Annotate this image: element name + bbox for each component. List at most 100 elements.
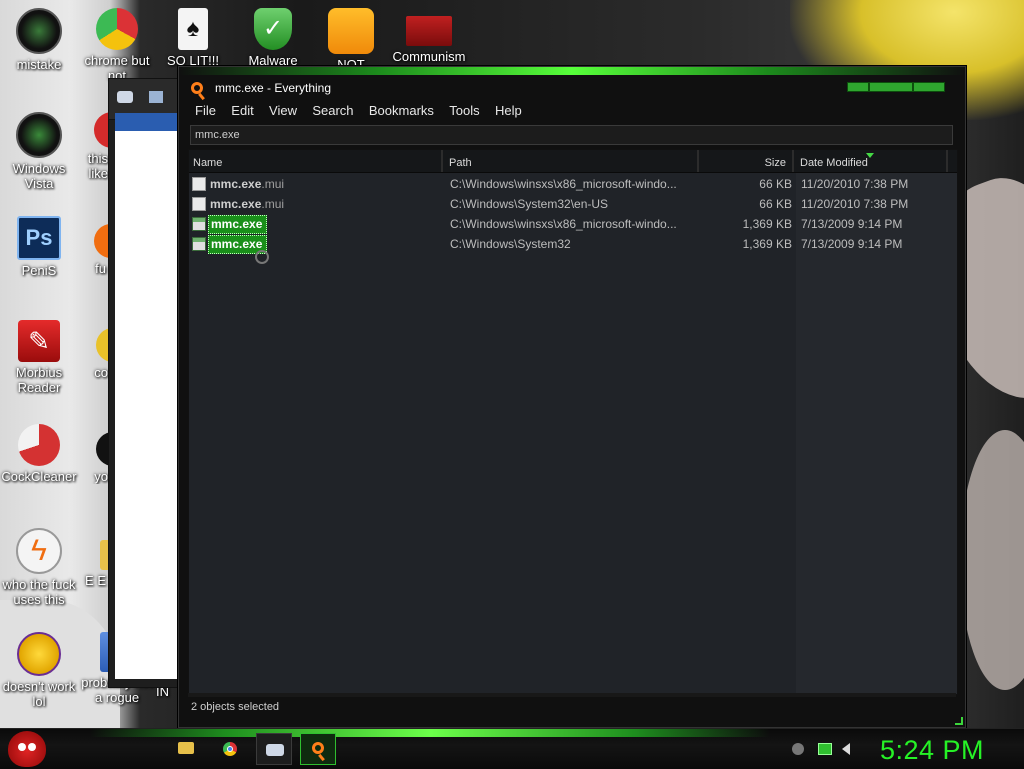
menu-search[interactable]: Search <box>306 101 359 120</box>
taskbar-chrome-button[interactable] <box>212 733 248 765</box>
file-date: 7/13/2009 9:14 PM <box>801 217 903 231</box>
file-path: C:\Windows\System32\en-US <box>450 197 609 211</box>
document-icon <box>192 177 206 191</box>
search-icon <box>191 82 203 94</box>
file-name-match: mmc.exe <box>210 197 262 211</box>
menu-view[interactable]: View <box>263 101 303 120</box>
file-name: mmc.exe.mui <box>210 177 284 191</box>
menu-edit[interactable]: Edit <box>225 101 259 120</box>
everything-window[interactable]: mmc.exe - Everything File Edit View Sear… <box>178 66 966 728</box>
window-title: mmc.exe - Everything <box>215 81 332 95</box>
desktop-icon-label: doesn't work lol <box>2 679 76 709</box>
desktop-icon-label: yo <box>94 469 108 484</box>
file-name-match: mmc.exe <box>210 177 262 191</box>
minimize-button[interactable] <box>847 82 869 92</box>
desktop-icon-cockcleaner[interactable]: CockCleaner <box>0 424 78 484</box>
file-name-match: mmc.exe <box>211 237 263 251</box>
file-path: C:\Windows\winsxs\x86_microsoft-windo... <box>450 217 677 231</box>
status-bar: 2 objects selected <box>188 697 956 717</box>
desktop-icon-so-lit[interactable]: ♠ SO LIT!!! <box>154 8 232 68</box>
desktop-icon-doesnt-work[interactable]: doesn't work lol <box>0 632 78 709</box>
window-titlebar[interactable]: mmc.exe - Everything <box>179 75 965 101</box>
desktop-icon-not[interactable]: NOT <box>312 8 390 72</box>
results-list[interactable]: Name Path Size Date Modified mmc.exe.mui… <box>188 149 958 695</box>
desktop-icon-label: fu <box>95 261 106 276</box>
window-top-glow <box>179 67 965 75</box>
desktop-icon-label: PeniS <box>21 263 57 278</box>
desktop-icon-yo[interactable]: yo <box>70 432 110 484</box>
close-button[interactable] <box>913 82 945 92</box>
taskbar-explorer-button[interactable] <box>168 733 204 765</box>
file-size: 66 KB <box>759 177 792 191</box>
green-circle-icon <box>16 8 62 54</box>
column-path[interactable]: Path <box>445 150 699 172</box>
lightning-icon: ϟ <box>16 528 62 574</box>
volume-icon[interactable] <box>842 743 850 755</box>
file-name: mmc.exe.mui <box>210 197 284 211</box>
desktop-icon-windows-vista[interactable]: Windows Vista <box>0 112 78 191</box>
executable-icon <box>192 217 206 231</box>
desktop-icon-co[interactable]: co <box>70 328 110 380</box>
table-row-selected[interactable]: mmc.exe C:\Windows\winsxs\x86_microsoft-… <box>189 214 957 234</box>
camera-icon <box>117 91 133 103</box>
desktop-icon-chrome[interactable]: chrome but not <box>78 8 156 83</box>
menu-bar: File Edit View Search Bookmarks Tools He… <box>189 101 955 123</box>
column-date-label: Date Modified <box>800 157 868 169</box>
menu-file[interactable]: File <box>189 101 222 120</box>
table-row-selected[interactable]: mmc.exe C:\Windows\System32 1,369 KB 7/1… <box>189 234 957 254</box>
desktop-icon-penis[interactable]: Ps PeniS <box>0 216 78 278</box>
shield-check-icon: ✓ <box>254 8 292 50</box>
column-size[interactable]: Size <box>701 150 794 172</box>
desktop-icon-who-the-fuck[interactable]: ϟ who the fuck uses this <box>0 528 78 607</box>
table-row[interactable]: mmc.exe.mui C:\Windows\System32\en-US 66… <box>189 194 957 214</box>
file-name-ext: .mui <box>261 197 285 211</box>
file-path: C:\Windows\winsxs\x86_microsoft-windo... <box>450 177 677 191</box>
desktop-icon-this-like[interactable]: this like <box>70 112 110 181</box>
search-input[interactable] <box>190 125 953 145</box>
desktop-icon-label: who the fuck uses this <box>2 577 76 607</box>
desktop-icon-label: co <box>94 365 108 380</box>
maximize-button[interactable] <box>869 82 913 92</box>
sort-descending-icon <box>866 153 874 158</box>
column-name[interactable]: Name <box>189 150 443 172</box>
desktop-icon-label: mistake <box>16 57 62 72</box>
menu-help[interactable]: Help <box>489 101 528 120</box>
file-path: C:\Windows\System32 <box>450 237 571 251</box>
background-window-view-button[interactable] <box>115 113 185 131</box>
search-icon <box>312 742 324 754</box>
menu-bookmarks[interactable]: Bookmarks <box>363 101 440 120</box>
desktop-icon-label: E E <box>85 573 106 588</box>
tray-arrow-icon[interactable] <box>792 743 804 755</box>
desktop-icon-mistake[interactable]: mistake <box>0 8 78 72</box>
yahoo-messenger-icon <box>17 632 61 676</box>
file-size: 1,369 KB <box>742 217 792 231</box>
file-date: 7/13/2009 9:14 PM <box>801 237 903 251</box>
ccleaner-icon <box>18 424 60 466</box>
table-row[interactable]: mmc.exe.mui C:\Windows\winsxs\x86_micros… <box>189 174 957 194</box>
desktop-icon-morbius-reader[interactable]: ✎ Morbius Reader <box>0 320 78 395</box>
document-icon <box>192 197 206 211</box>
chrome-icon <box>223 742 237 756</box>
background-window-pane <box>115 113 185 679</box>
status-text: 2 objects selected <box>191 701 280 713</box>
network-icon[interactable] <box>818 743 832 755</box>
desktop-icon-e[interactable]: E E <box>70 540 110 588</box>
playing-card-icon: ♠ <box>178 8 208 50</box>
desktop-icon-communism[interactable]: Communism <box>390 8 468 64</box>
start-button[interactable] <box>8 731 46 767</box>
desktop-icon-label: CockCleaner <box>1 469 77 484</box>
executable-icon <box>192 237 206 251</box>
desktop-icon-malware[interactable]: ✓ Malware <box>234 8 312 68</box>
wallpaper-shape <box>960 430 1024 690</box>
desktop-icon-label: Windows Vista <box>12 161 66 191</box>
column-date-modified[interactable]: Date Modified <box>796 150 948 172</box>
taskbar-clock[interactable]: 5:24 PM <box>880 735 984 766</box>
menu-tools[interactable]: Tools <box>443 101 485 120</box>
taskbar-camera-button[interactable] <box>256 733 292 765</box>
file-size: 1,369 KB <box>742 237 792 251</box>
taskbar: 5:24 PM <box>0 728 1024 769</box>
desktop-icon-label: this like <box>87 151 108 181</box>
resize-grip-icon[interactable] <box>955 717 963 725</box>
taskbar-everything-button[interactable] <box>300 733 336 765</box>
desktop-icon-fu[interactable]: fu <box>70 224 110 276</box>
